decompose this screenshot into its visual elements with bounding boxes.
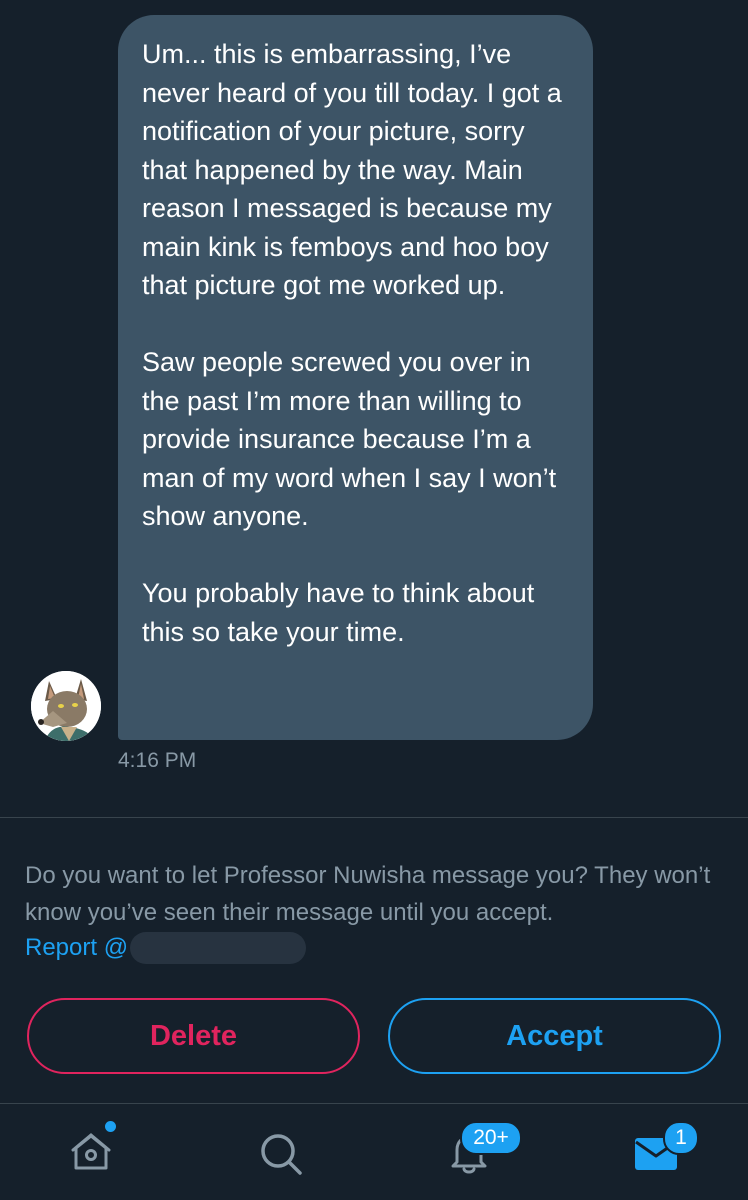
report-row: Report @	[25, 931, 307, 965]
wolf-avatar-icon	[31, 671, 101, 741]
messages-count-badge: 1	[663, 1121, 699, 1155]
redacted-username	[130, 932, 307, 964]
report-link[interactable]: Report @	[25, 931, 128, 965]
notifications-count-badge: 20+	[460, 1121, 522, 1155]
home-icon	[71, 1133, 111, 1170]
section-divider	[0, 817, 748, 818]
bottom-tab-bar: 20+ 1	[0, 1104, 748, 1200]
search-icon	[261, 1134, 302, 1175]
tab-search[interactable]	[221, 1104, 341, 1200]
message-request-prompt: Do you want to let Professor Nuwisha mes…	[25, 862, 711, 926]
message-paragraph: Saw people screwed you over in the past …	[142, 347, 557, 531]
message-paragraph: Um... this is embarrassing, I’ve never h…	[142, 39, 562, 300]
message-paragraph: You probably have to think about this so…	[142, 578, 535, 647]
accept-button[interactable]: Accept	[388, 998, 721, 1074]
tab-notifications[interactable]: 20+	[409, 1104, 529, 1200]
message-bubble[interactable]: Um... this is embarrassing, I’ve never h…	[118, 15, 593, 740]
sender-avatar[interactable]	[31, 671, 101, 741]
home-unread-dot	[105, 1121, 116, 1132]
delete-button[interactable]: Delete	[27, 998, 360, 1074]
tab-messages[interactable]: 1	[597, 1104, 717, 1200]
message-timestamp: 4:16 PM	[118, 749, 197, 772]
tab-home[interactable]	[33, 1104, 153, 1200]
